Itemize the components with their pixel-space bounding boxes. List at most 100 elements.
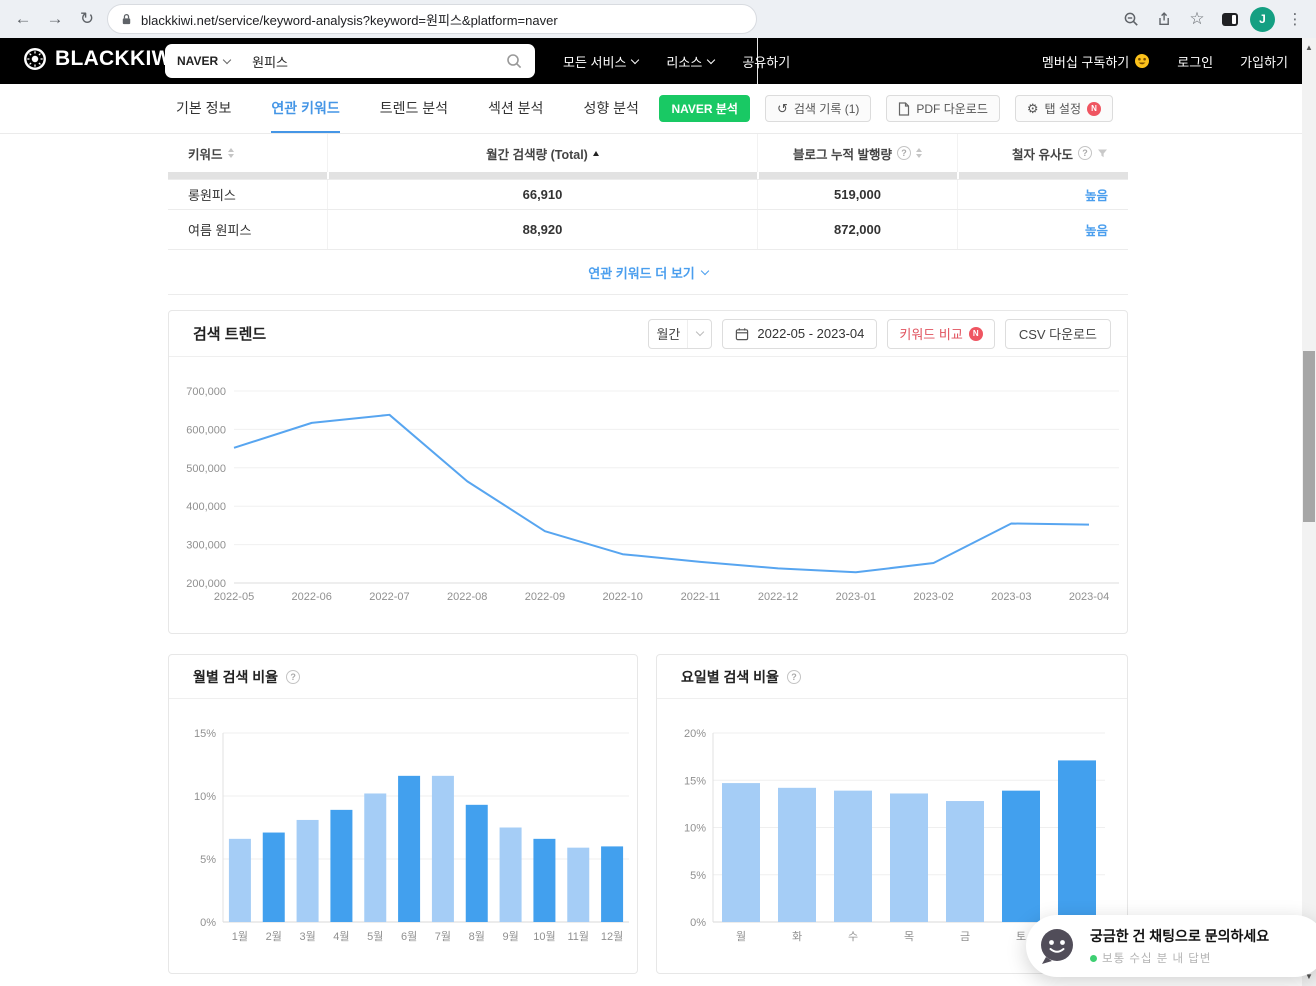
- svg-text:1월: 1월: [232, 930, 248, 943]
- search-trend-chart: 700,000 600,000 500,000 400,000 300,000 200,0…: [169, 371, 1129, 621]
- help-icon[interactable]: ?: [1078, 146, 1092, 160]
- monthly-ratio-card: 월별 검색 비율 ? 15% 10% 5% 0% 1월 2월 3월 4월 5월 6월 7월 8월 9월 1…: [168, 654, 638, 974]
- search-trend-card: 검색 트렌드 월간 2022-05 - 2023-04 키워드 비교 N CSV…: [168, 310, 1128, 634]
- help-icon[interactable]: ?: [896, 146, 911, 160]
- zoom-out-icon[interactable]: [1118, 6, 1144, 32]
- svg-text:6월: 6월: [401, 930, 417, 943]
- kiwi-logo-icon: [22, 46, 48, 72]
- membership-link[interactable]: 멤버십 구독하기: [1042, 52, 1150, 71]
- tab-related-keywords[interactable]: 연관 키워드: [271, 84, 340, 133]
- nav-share[interactable]: 공유하기: [742, 52, 790, 71]
- svg-text:12월: 12월: [601, 930, 623, 943]
- period-select[interactable]: 월간: [648, 318, 713, 349]
- filter-icon[interactable]: [1097, 148, 1108, 159]
- svg-text:금: 금: [960, 931, 970, 943]
- svg-text:9월: 9월: [502, 930, 518, 943]
- table-row[interactable]: 롱원피스 66,910 519,000 높음: [168, 179, 1128, 209]
- keyword-compare-button[interactable]: 키워드 비교 N: [887, 318, 995, 349]
- svg-text:목: 목: [904, 930, 914, 943]
- help-icon[interactable]: ?: [786, 669, 801, 684]
- column-spelling-similarity[interactable]: 철자 유사도 ?: [958, 134, 1128, 172]
- chat-widget[interactable]: 궁금한 건 채팅으로 문의하세요 보통 수십 분 내 답변: [1026, 915, 1316, 977]
- svg-text:600,000: 600,000: [186, 424, 226, 436]
- new-badge: N: [1087, 101, 1101, 116]
- svg-text:500,000: 500,000: [186, 463, 226, 475]
- svg-text:화: 화: [792, 930, 802, 943]
- svg-text:2023-01: 2023-01: [836, 591, 876, 603]
- bookmark-star-icon[interactable]: ☆: [1184, 6, 1210, 32]
- table-row[interactable]: 여름 원피스 88,920 872,000 높음: [168, 209, 1128, 249]
- tab-basic-info[interactable]: 기본 정보: [176, 84, 231, 133]
- date-range-button[interactable]: 2022-05 - 2023-04: [722, 318, 878, 349]
- svg-text:0%: 0%: [690, 917, 706, 929]
- keyword-cell: 롱원피스: [168, 180, 328, 209]
- profile-avatar[interactable]: J: [1250, 6, 1275, 32]
- svg-text:2023-04: 2023-04: [1069, 591, 1109, 603]
- svg-text:2022-09: 2022-09: [525, 591, 565, 603]
- page-scrollbar[interactable]: ▲ ▼: [1302, 38, 1316, 986]
- reload-icon[interactable]: ↻: [72, 0, 102, 38]
- similarity-link[interactable]: 높음: [1085, 185, 1108, 204]
- svg-text:11월: 11월: [567, 930, 589, 943]
- online-dot: [1090, 954, 1097, 962]
- search-icon[interactable]: [506, 53, 523, 70]
- keyword-search-bar[interactable]: NAVER 원피스: [165, 44, 535, 78]
- nav-all-services[interactable]: 모든 서비스: [563, 52, 640, 71]
- svg-text:15%: 15%: [684, 775, 706, 787]
- svg-text:10월: 10월: [533, 930, 555, 943]
- chevron-down-icon: [222, 55, 232, 64]
- svg-text:15%: 15%: [194, 728, 216, 740]
- keyword-cell: 여름 원피스: [168, 210, 328, 249]
- svg-text:수: 수: [848, 930, 858, 943]
- tab-tendency-analysis[interactable]: 성향 분석: [583, 84, 638, 133]
- back-icon[interactable]: ←: [8, 0, 38, 38]
- table-footer: 연관 키워드 더 보기: [168, 249, 1128, 295]
- search-input[interactable]: 원피스: [252, 52, 506, 71]
- weekday-ratio-title: 요일별 검색 비율: [681, 668, 779, 685]
- svg-text:2022-10: 2022-10: [602, 591, 642, 603]
- lock-icon: [120, 12, 133, 26]
- column-keyword[interactable]: 키워드: [168, 134, 328, 172]
- more-keywords-link[interactable]: 연관 키워드 더 보기: [588, 263, 709, 282]
- sort-icon: [915, 148, 922, 158]
- column-monthly-search[interactable]: 월간 검색량 (Total): [328, 134, 758, 172]
- naver-analysis-button[interactable]: NAVER 분석: [659, 95, 750, 122]
- tab-trend-analysis[interactable]: 트렌드 분석: [380, 84, 448, 133]
- blackkiwi-logo[interactable]: BLACKKIWI: [22, 46, 178, 72]
- sort-asc-icon: [592, 150, 599, 156]
- svg-text:2월: 2월: [266, 930, 282, 943]
- svg-text:토: 토: [1016, 931, 1026, 943]
- tab-settings-button[interactable]: ⚙ 탭 설정 N: [1014, 95, 1113, 122]
- side-panel-icon[interactable]: [1217, 6, 1243, 32]
- new-badge: N: [968, 326, 983, 341]
- similarity-link[interactable]: 높음: [1085, 220, 1108, 239]
- scrollbar-thumb[interactable]: [1303, 351, 1315, 522]
- tab-section-analysis[interactable]: 섹션 분석: [488, 84, 543, 133]
- svg-text:700,000: 700,000: [186, 386, 226, 398]
- chat-title: 궁금한 건 채팅으로 문의하세요: [1090, 928, 1270, 944]
- address-bar[interactable]: blackkiwi.net/service/keyword-analysis?k…: [107, 4, 757, 34]
- chevron-down-icon: [700, 266, 709, 275]
- svg-text:2022-12: 2022-12: [758, 591, 798, 603]
- login-link[interactable]: 로그인: [1177, 52, 1213, 71]
- svg-text:2022-05: 2022-05: [214, 591, 254, 603]
- svg-text:10%: 10%: [684, 823, 706, 835]
- scroll-up-icon[interactable]: ▲: [1302, 43, 1316, 52]
- share-icon[interactable]: [1151, 6, 1177, 32]
- search-history-button[interactable]: ↺ 검색 기록 (1): [764, 95, 872, 122]
- column-blog-posts[interactable]: 블로그 누적 발행량 ?: [758, 134, 958, 172]
- history-icon: ↺: [776, 100, 788, 116]
- svg-text:월: 월: [736, 930, 746, 943]
- nav-resources[interactable]: 리소스: [666, 52, 716, 71]
- menu-kebab-icon[interactable]: ⋮: [1282, 6, 1308, 32]
- analysis-tabbar: 기본 정보 연관 키워드 트렌드 분석 섹션 분석 성향 분석 NAVER 분석…: [0, 84, 1302, 134]
- signup-link[interactable]: 가입하기: [1240, 52, 1288, 71]
- help-icon[interactable]: ?: [286, 669, 301, 684]
- forward-icon[interactable]: →: [40, 0, 70, 38]
- pdf-download-button[interactable]: PDF 다운로드: [886, 95, 1000, 122]
- url-text: blackkiwi.net/service/keyword-analysis?k…: [141, 12, 558, 28]
- platform-select[interactable]: NAVER: [177, 54, 232, 68]
- csv-download-button[interactable]: CSV 다운로드: [1004, 318, 1111, 349]
- svg-text:2022-06: 2022-06: [292, 591, 332, 603]
- svg-text:5%: 5%: [690, 870, 706, 882]
